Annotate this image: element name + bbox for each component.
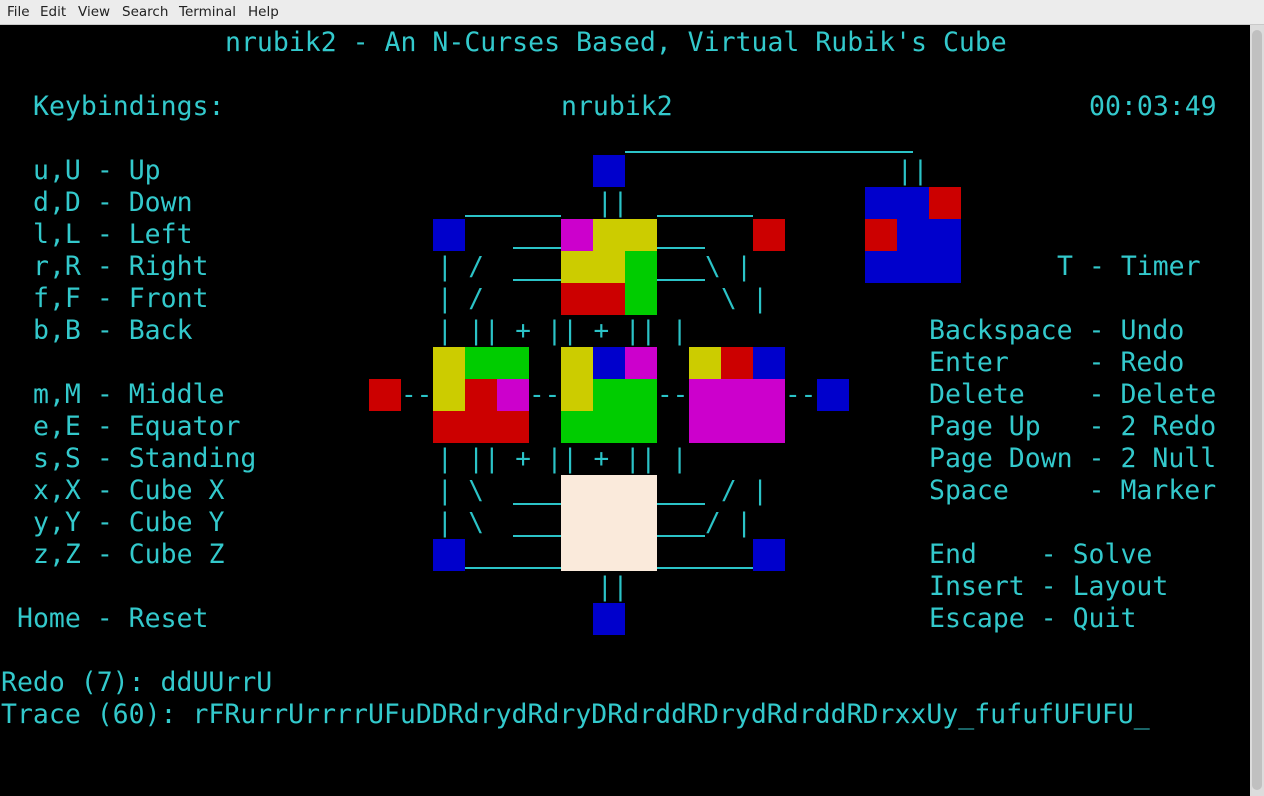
sticker [817,379,849,411]
key-page-up: Page Up - 2 Redo [929,411,1217,442]
sticker [753,539,785,571]
sticker [625,347,657,379]
sticker [433,379,465,411]
sticker [465,347,529,379]
sticker [561,379,593,411]
key-cube-x: x,X - Cube X [33,475,225,506]
sticker [465,379,497,411]
key-insert: Insert - Layout [929,571,1169,602]
key-equator: e,E - Equator [33,411,241,442]
key-page-down: Page Down - 2 Null [929,443,1217,474]
sticker [561,219,593,251]
key-up: u,U - Up [33,155,161,186]
terminal-area[interactable]: nrubik2 - An N-Curses Based, Virtual Rub… [0,25,1250,796]
redo-line: Redo (7): ddUUrrU [1,667,273,698]
key-delete: Delete - Delete [929,379,1217,410]
sticker [561,411,657,443]
scrollbar-thumb[interactable] [1252,30,1262,790]
sticker [561,347,593,379]
sticker [865,251,961,283]
app-header: nrubik2 - An N-Curses Based, Virtual Rub… [225,27,1007,58]
key-cube-y: y,Y - Cube Y [33,507,225,538]
sticker [433,411,529,443]
keybindings-title: Keybindings: [33,91,225,122]
sticker [561,475,657,571]
sticker [369,379,401,411]
sticker [497,379,529,411]
key-redo: Enter - Redo [929,347,1185,378]
sticker [753,347,785,379]
menu-search[interactable]: Search [122,4,168,20]
key-reset: Home - Reset [17,603,209,634]
key-end: End - Solve [929,539,1153,570]
key-back: b,B - Back [33,315,193,346]
sticker [593,219,657,251]
menu-file[interactable]: File [7,4,30,20]
key-undo: Backspace - Undo [929,315,1185,346]
key-standing: s,S - Standing [33,443,257,474]
sticker [929,187,961,219]
key-middle: m,M - Middle [33,379,225,410]
sticker [593,347,625,379]
menu-help[interactable]: Help [248,4,279,20]
sticker [433,347,465,379]
sticker [561,251,625,283]
sticker [865,187,929,219]
sticker [721,347,753,379]
sticker [897,219,961,251]
sticker [689,347,721,379]
timer-display: 00:03:49 [1089,91,1217,122]
sticker [625,283,657,315]
sticker [433,539,465,571]
center-title: nrubik2 [561,91,673,122]
key-right: r,R - Right [33,251,209,282]
sticker [593,155,625,187]
trace-line: Trace (60): rFRurrUrrrrUFuDDRdrydRdryDRd… [1,699,1150,730]
key-front: f,F - Front [33,283,209,314]
sticker [753,219,785,251]
sticker [433,219,465,251]
key-timer: T - Timer [1057,251,1201,282]
key-cube-z: z,Z - Cube Z [33,539,225,570]
key-space: Space - Marker [929,475,1217,506]
sticker [593,379,657,411]
key-escape: Escape - Quit [929,603,1137,634]
key-left: l,L - Left [33,219,193,250]
sticker [561,283,625,315]
menu-edit[interactable]: Edit [40,4,66,20]
menu-terminal[interactable]: Terminal [179,4,236,20]
menu-view[interactable]: View [78,4,110,20]
key-down: d,D - Down [33,187,193,218]
sticker [625,251,657,283]
sticker [865,219,897,251]
sticker [689,379,785,443]
sticker [593,603,625,635]
menu-bar: File Edit View Search Terminal Help [0,0,1264,25]
